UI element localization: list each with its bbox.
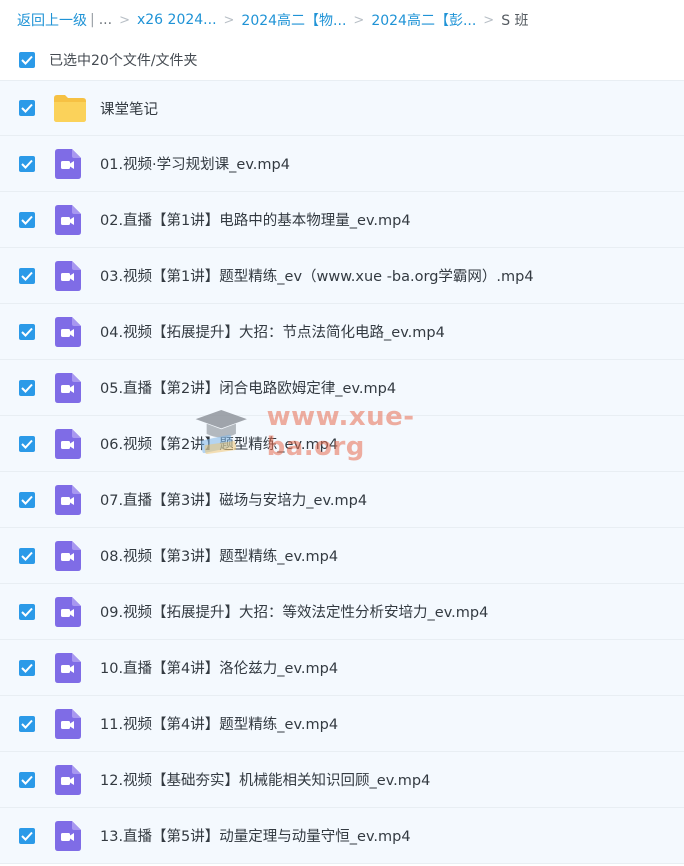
file-name[interactable]: 03.视频【第1讲】题型精练_ev（www.xue -ba.org学霸网）.mp… [100, 265, 534, 286]
back-link[interactable]: 返回上一级 [17, 10, 87, 30]
check-icon [21, 271, 33, 281]
file-name[interactable]: 07.直播【第3讲】磁场与安培力_ev.mp4 [100, 489, 367, 510]
file-name[interactable]: 12.视频【基础夯实】机械能相关知识回顾_ev.mp4 [100, 769, 430, 790]
breadcrumb-more[interactable]: ... [99, 12, 112, 28]
file-row[interactable]: 10.直播【第4讲】洛伦兹力_ev.mp4 [0, 640, 684, 696]
check-icon [21, 383, 33, 393]
file-row[interactable]: 13.直播【第5讲】动量定理与动量守恒_ev.mp4 [0, 808, 684, 864]
file-name[interactable]: 11.视频【第4讲】题型精练_ev.mp4 [100, 713, 338, 734]
file-row[interactable]: 03.视频【第1讲】题型精练_ev（www.xue -ba.org学霸网）.mp… [0, 248, 684, 304]
breadcrumb-current: S 班 [501, 13, 529, 29]
file-name[interactable]: 04.视频【拓展提升】大招：节点法简化电路_ev.mp4 [100, 321, 445, 342]
breadcrumb-item-1[interactable]: x26 2024... [137, 12, 217, 28]
video-file-icon [53, 484, 83, 515]
row-checkbox[interactable] [19, 267, 35, 284]
row-checkbox[interactable] [19, 659, 35, 676]
video-file-icon [53, 316, 83, 347]
row-checkbox[interactable] [19, 491, 35, 508]
folder-icon [53, 93, 87, 123]
breadcrumb: 返回上一级 | ... > x26 2024... > 2024高二【物... … [0, 0, 684, 40]
file-row[interactable]: 01.视频·学习规划课_ev.mp4 [0, 136, 684, 192]
row-checkbox[interactable] [19, 323, 35, 340]
row-checkbox[interactable] [19, 211, 35, 228]
row-checkbox[interactable] [19, 155, 35, 172]
row-checkbox[interactable] [19, 715, 35, 732]
file-name[interactable]: 10.直播【第4讲】洛伦兹力_ev.mp4 [100, 657, 338, 678]
check-icon [21, 775, 33, 785]
file-name[interactable]: 05.直播【第2讲】闭合电路欧姆定律_ev.mp4 [100, 377, 396, 398]
row-checkbox[interactable] [19, 547, 35, 564]
video-file-icon [53, 260, 83, 291]
breadcrumb-item-3[interactable]: 2024高二【彭... [371, 10, 476, 30]
breadcrumb-divider: | [90, 12, 95, 28]
check-icon [21, 55, 33, 65]
check-icon [21, 551, 33, 561]
video-file-icon [53, 596, 83, 627]
file-row[interactable]: 04.视频【拓展提升】大招：节点法简化电路_ev.mp4 [0, 304, 684, 360]
check-icon [21, 327, 33, 337]
chevron-right-icon: > [119, 12, 130, 28]
select-all-checkbox[interactable] [19, 52, 35, 68]
video-file-icon [53, 764, 83, 795]
video-file-icon [53, 428, 83, 459]
file-name[interactable]: 01.视频·学习规划课_ev.mp4 [100, 153, 290, 174]
file-name[interactable]: 13.直播【第5讲】动量定理与动量守恒_ev.mp4 [100, 825, 411, 846]
file-row[interactable]: 07.直播【第3讲】磁场与安培力_ev.mp4 [0, 472, 684, 528]
chevron-right-icon: > [353, 12, 365, 28]
row-checkbox[interactable] [19, 100, 35, 116]
file-row[interactable]: 课堂笔记 [0, 80, 684, 136]
video-file-icon [53, 540, 83, 571]
video-file-icon [53, 372, 83, 403]
check-icon [21, 607, 33, 617]
check-icon [21, 719, 33, 729]
breadcrumb-item-2[interactable]: 2024高二【物... [241, 10, 346, 30]
selection-bar: 已选中20个文件/文件夹 [0, 40, 684, 80]
check-icon [21, 495, 33, 505]
file-row[interactable]: 11.视频【第4讲】题型精练_ev.mp4 [0, 696, 684, 752]
video-file-icon [53, 820, 83, 851]
file-row[interactable]: 12.视频【基础夯实】机械能相关知识回顾_ev.mp4 [0, 752, 684, 808]
video-file-icon [53, 708, 83, 739]
check-icon [21, 439, 33, 449]
file-row[interactable]: 02.直播【第1讲】电路中的基本物理量_ev.mp4 [0, 192, 684, 248]
row-checkbox[interactable] [19, 435, 35, 452]
video-file-icon [53, 148, 83, 179]
check-icon [21, 159, 33, 169]
row-checkbox[interactable] [19, 379, 35, 396]
file-name[interactable]: 09.视频【拓展提升】大招：等效法定性分析安培力_ev.mp4 [100, 601, 488, 622]
check-icon [21, 831, 33, 841]
row-checkbox[interactable] [19, 827, 35, 844]
row-checkbox[interactable] [19, 603, 35, 620]
file-name[interactable]: 08.视频【第3讲】题型精练_ev.mp4 [100, 545, 338, 566]
file-name[interactable]: 课堂笔记 [100, 98, 158, 119]
check-icon [21, 663, 33, 673]
row-checkbox[interactable] [19, 771, 35, 788]
chevron-right-icon: > [483, 12, 495, 28]
selection-count: 已选中20个文件/文件夹 [49, 53, 198, 69]
file-row[interactable]: 08.视频【第3讲】题型精练_ev.mp4 [0, 528, 684, 584]
file-name[interactable]: 02.直播【第1讲】电路中的基本物理量_ev.mp4 [100, 209, 411, 230]
file-list: 课堂笔记 01.视频·学习规划课_ev.mp4 02.直播【第1讲】电路中的基本物理… [0, 80, 684, 864]
file-row[interactable]: 05.直播【第2讲】闭合电路欧姆定律_ev.mp4 [0, 360, 684, 416]
file-row[interactable]: 09.视频【拓展提升】大招：等效法定性分析安培力_ev.mp4 [0, 584, 684, 640]
check-icon [21, 103, 33, 113]
file-row[interactable]: 06.视频【第2讲】题型精练_ev.mp4 [0, 416, 684, 472]
video-file-icon [53, 652, 83, 683]
check-icon [21, 215, 33, 225]
file-name[interactable]: 06.视频【第2讲】题型精练_ev.mp4 [100, 433, 338, 454]
chevron-right-icon: > [223, 12, 235, 28]
video-file-icon [53, 204, 83, 235]
